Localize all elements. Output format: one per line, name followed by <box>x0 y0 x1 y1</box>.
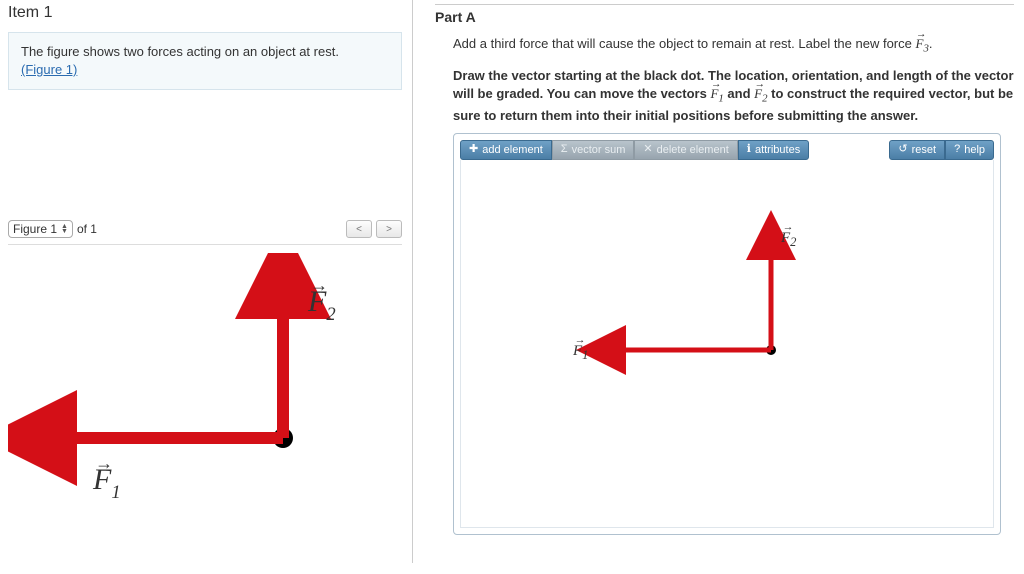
right-column: Part A Add a third force that will cause… <box>413 0 1024 563</box>
part-instructions: Draw the vector starting at the black do… <box>453 67 1014 125</box>
figure-link[interactable]: (Figure 1) <box>21 62 77 77</box>
canvas-label-f2: F2 <box>781 230 796 250</box>
delete-element-button[interactable]: ✕delete element <box>634 140 737 160</box>
figure-prev-button[interactable]: < <box>346 220 372 238</box>
applet-toolbar: ✚add element Σvector sum ✕delete element… <box>460 140 994 160</box>
sigma-icon: Σ <box>561 144 568 155</box>
figure-of-text: of 1 <box>77 222 97 236</box>
attributes-button[interactable]: ℹattributes <box>738 140 809 160</box>
figure-select[interactable]: Figure 1 ▲▼ <box>8 220 73 238</box>
figure-area: F2 F1 <box>8 244 402 574</box>
figure-select-label: Figure 1 <box>13 222 57 236</box>
figure-label-f1: F1 <box>93 463 121 502</box>
help-button[interactable]: ?help <box>945 140 994 160</box>
figure-paginator: Figure 1 ▲▼ of 1 < > <box>8 220 402 238</box>
figure-next-button[interactable]: > <box>376 220 402 238</box>
help-icon: ? <box>954 144 960 155</box>
x-icon: ✕ <box>643 144 652 155</box>
reset-button[interactable]: ↺reset <box>889 140 945 160</box>
info-icon: ℹ <box>747 144 751 155</box>
reset-icon: ↺ <box>898 144 907 155</box>
prompt-box: The figure shows two forces acting on an… <box>8 32 402 90</box>
plus-icon: ✚ <box>469 144 478 155</box>
item-title: Item 1 <box>8 4 402 22</box>
vector-sum-button[interactable]: Σvector sum <box>552 140 635 160</box>
canvas-label-f1: F1 <box>573 343 588 363</box>
canvas-svg <box>461 160 995 528</box>
add-element-button[interactable]: ✚add element <box>460 140 552 160</box>
part-question: Add a third force that will cause the ob… <box>453 35 1014 57</box>
left-column: Item 1 The figure shows two forces actin… <box>0 0 413 563</box>
stepper-icon: ▲▼ <box>61 224 68 234</box>
drawing-canvas[interactable]: F1 F2 <box>460 160 994 528</box>
part-label: Part A <box>435 4 1014 25</box>
prompt-text: The figure shows two forces acting on an… <box>21 44 339 59</box>
drawing-applet: ✚add element Σvector sum ✕delete element… <box>453 133 1001 535</box>
figure-label-f2: F2 <box>308 285 336 324</box>
figure-1-svg <box>8 253 402 573</box>
